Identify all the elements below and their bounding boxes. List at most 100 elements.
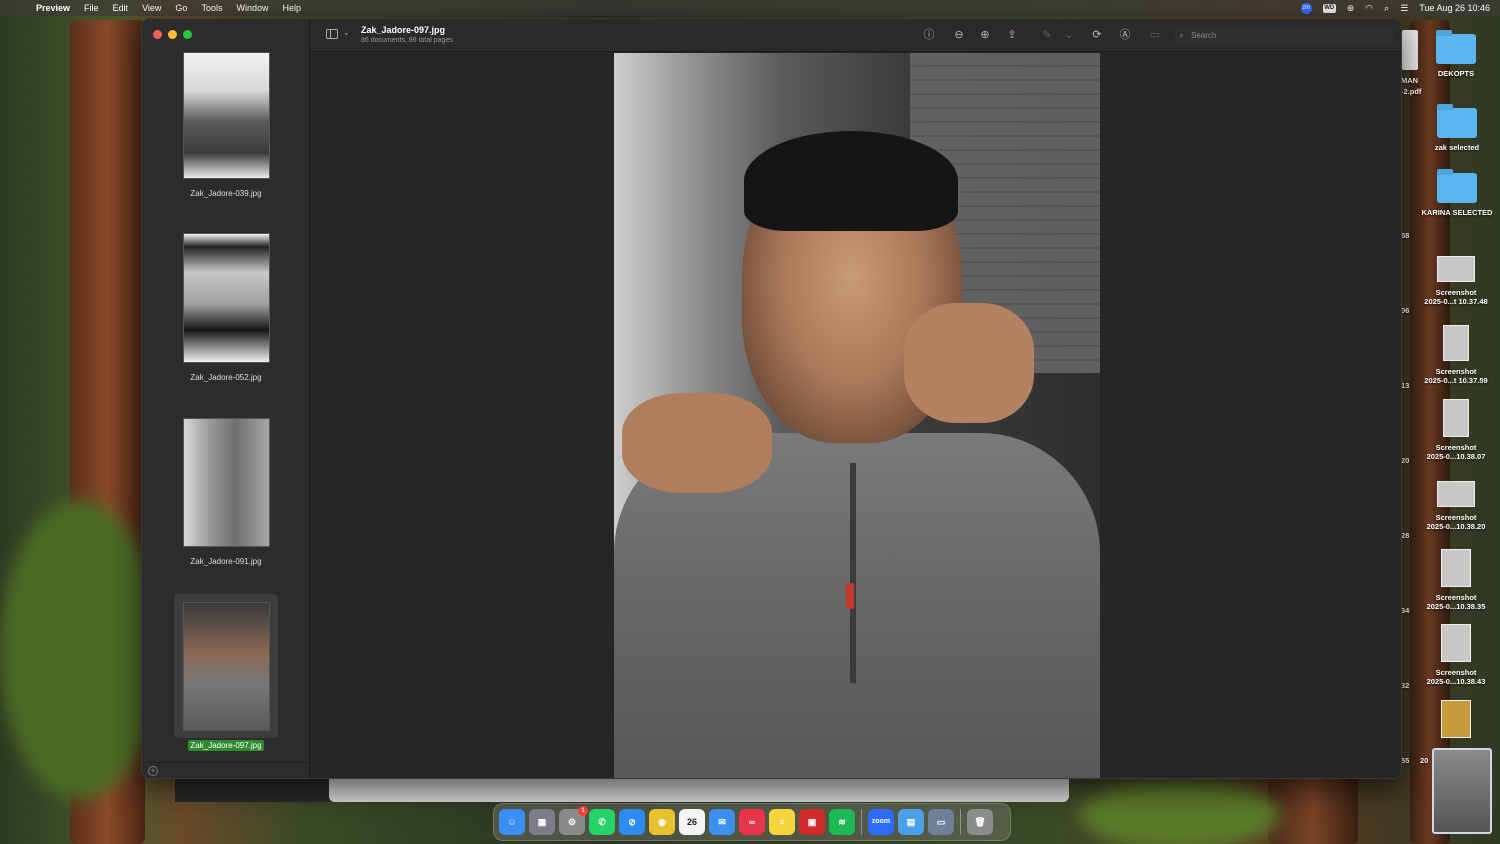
folder-icon <box>1437 169 1477 203</box>
foliage <box>0 500 160 800</box>
menu-bar: Preview File Edit View Go Tools Window H… <box>0 0 1500 16</box>
screenshot-thumbnail <box>1443 325 1469 361</box>
desktop-image-thumbnail[interactable] <box>1441 700 1471 738</box>
spotify-icon[interactable]: ≋ <box>829 809 855 835</box>
wd-icon[interactable]: WD <box>1322 3 1336 13</box>
add-icon[interactable]: + <box>148 766 158 776</box>
calendar-icon[interactable]: 26 <box>679 809 705 835</box>
edge-label: -2.pdf <box>1401 87 1422 96</box>
zoom-out-icon[interactable]: ⊖ <box>952 28 966 42</box>
file-label-line2: 2025-0...t 10.37.48 <box>1424 297 1488 306</box>
menu-go[interactable]: Go <box>175 3 187 13</box>
edge-label: 20 <box>1401 456 1410 465</box>
thumbnail-item[interactable]: Zak_Jadore-039.jpg <box>174 52 278 201</box>
thumbnail-image <box>182 233 270 363</box>
document-canvas[interactable] <box>310 52 1401 778</box>
preview-icon[interactable]: ▤ <box>898 809 924 835</box>
folder-label: DEKOPTS <box>1437 69 1475 78</box>
menu-window[interactable]: Window <box>236 3 268 13</box>
form-icon[interactable]: ▭ <box>1148 28 1162 42</box>
thumbnail-item-selected[interactable]: Zak_Jadore-097.jpg <box>174 594 278 753</box>
mail-icon[interactable]: ✉ <box>709 809 735 835</box>
rotate-icon[interactable]: ⟳ <box>1090 28 1104 42</box>
info-icon[interactable]: ⓘ <box>922 28 936 42</box>
whatsapp-icon[interactable]: ✆ <box>589 809 615 835</box>
desktop-screenshot[interactable]: Screenshot 2025-0...t 10.37.59 <box>1416 325 1496 385</box>
share-icon[interactable]: ⇪ <box>1005 28 1019 42</box>
photo-hand-left <box>622 393 772 493</box>
edge-label: 32 <box>1401 681 1410 690</box>
notes-icon[interactable]: ≡ <box>769 809 795 835</box>
file-label-line2: 2025-0...t 10.37.59 <box>1424 376 1488 385</box>
desktop-screenshot[interactable]: Screenshot 2025-0...10.38.35 <box>1416 549 1496 611</box>
spotlight-icon[interactable]: ⌕ <box>1384 3 1389 14</box>
chevron-down-icon[interactable]: ⌄ <box>343 28 350 37</box>
clock[interactable]: Tue Aug 26 10:46 <box>1419 3 1490 13</box>
menu-file[interactable]: File <box>84 3 99 13</box>
sidebar-toggle-icon[interactable] <box>326 29 338 39</box>
file-label-line1: Screenshot <box>1435 593 1477 602</box>
thumbnail-item[interactable]: Zak_Jadore-052.jpg <box>174 233 278 385</box>
menu-help[interactable]: Help <box>282 3 301 13</box>
screenshot-thumbnail <box>1441 549 1471 587</box>
safari-icon[interactable]: ⊘ <box>619 809 645 835</box>
photo-zip-pull <box>846 583 854 609</box>
file-label-line2: 2025-0...10.38.43 <box>1426 677 1486 686</box>
folder-icon <box>1437 104 1477 138</box>
zoom-in-icon[interactable]: ⊕ <box>978 28 992 42</box>
search-field[interactable]: ⌕ Search <box>1175 27 1393 44</box>
desktop-selected-thumbnail[interactable] <box>1432 748 1492 834</box>
folder-icon <box>1436 30 1476 64</box>
file-label-line1: Screenshot <box>1435 288 1477 297</box>
desktop-screenshot[interactable]: Screenshot 2025-0...10.38.07 <box>1416 399 1496 461</box>
zoom-button[interactable] <box>183 30 192 39</box>
screen-sharing-icon[interactable]: ▭ <box>928 809 954 835</box>
search-icon: ⌕ <box>1179 30 1185 40</box>
desktop-folder-karina-selected[interactable]: KARINA SELECTED <box>1417 169 1497 217</box>
desktop-folder-dekopts[interactable]: DEKOPTS <box>1416 30 1496 78</box>
photo-hair <box>744 131 958 231</box>
menu-app-name[interactable]: Preview <box>36 3 70 13</box>
status-area: zm WD ⊛ ◠ ⌕ ☰ Tue Aug 26 10:46 <box>1300 0 1490 16</box>
chevron-down-icon[interactable]: ⌄ <box>1062 28 1076 42</box>
chrome-icon[interactable]: ◉ <box>649 809 675 835</box>
background-window[interactable] <box>175 779 330 802</box>
highlight-icon[interactable]: ✎ <box>1040 28 1054 42</box>
photo-booth-icon[interactable]: ▣ <box>799 809 825 835</box>
creative-cloud-icon[interactable]: ∞ <box>739 809 765 835</box>
thumbnail-item[interactable]: Zak_Jadore-091.jpg <box>174 418 278 569</box>
desktop-folder-zak-selected[interactable]: zak selected <box>1417 104 1497 152</box>
finder-icon[interactable]: ☺ <box>499 809 525 835</box>
markup-icon[interactable]: Ⓐ <box>1118 28 1132 42</box>
screenshot-thumbnail <box>1437 481 1475 507</box>
folder-label: KARINA SELECTED <box>1421 208 1493 217</box>
file-label-line1: Screenshot <box>1435 513 1477 522</box>
file-label-line1: Screenshot <box>1435 668 1477 677</box>
zoom-icon[interactable]: zoom <box>868 809 894 835</box>
trash-icon[interactable]: 🗑 <box>967 809 993 835</box>
file-label-line1: Screenshot <box>1435 443 1477 452</box>
edge-label: 28 <box>1401 531 1410 540</box>
desktop-screenshot[interactable]: Screenshot 2025-0...t 10.37.48 <box>1416 256 1496 306</box>
desktop-screenshot[interactable]: Screenshot 2025-0...10.38.43 <box>1416 624 1496 686</box>
launchpad-icon[interactable]: ▦ <box>529 809 555 835</box>
menu-edit[interactable]: Edit <box>113 3 129 13</box>
file-label-line2: 2025-0...10.38.35 <box>1426 602 1486 611</box>
zoom-status-icon[interactable]: zm <box>1300 2 1312 14</box>
background-window[interactable] <box>329 779 1069 802</box>
document-subtitle: 86 documents, 86 total pages <box>361 37 453 44</box>
desktop-screenshot[interactable]: Screenshot 2025-0...10.38.20 <box>1416 481 1496 531</box>
menu-view[interactable]: View <box>142 3 161 13</box>
edge-label: 55 <box>1401 756 1410 765</box>
foliage <box>1080 780 1280 844</box>
photo-hand-right <box>904 303 1034 423</box>
thumbnail-label: Zak_Jadore-097.jpg <box>188 740 264 751</box>
menu-tools[interactable]: Tools <box>201 3 222 13</box>
system-settings-icon[interactable]: ⚙ 1 <box>559 806 588 835</box>
minimize-button[interactable] <box>168 30 177 39</box>
close-button[interactable] <box>153 30 162 39</box>
thumbnail-sidebar: Zak_Jadore-039.jpg Zak_Jadore-052.jpg Za… <box>142 19 310 778</box>
wifi-icon[interactable]: ◠ <box>1365 3 1373 14</box>
control-center-icon[interactable]: ☰ <box>1400 3 1408 14</box>
creative-cloud-status-icon[interactable]: ⊛ <box>1347 3 1355 14</box>
